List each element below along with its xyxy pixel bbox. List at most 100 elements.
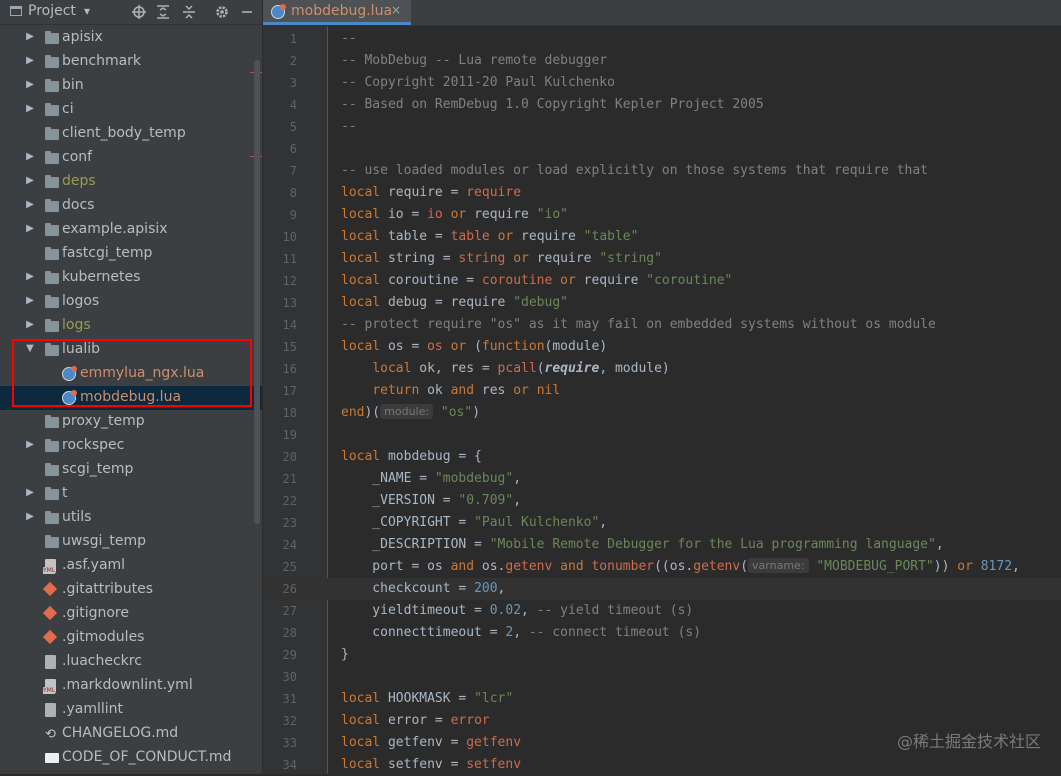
chevron-right-icon[interactable]: ▶ [25, 271, 35, 282]
code-line[interactable]: 17 return ok and res or nil [263, 380, 1061, 402]
code-token: or [513, 251, 529, 266]
code-line[interactable]: 19 [263, 424, 1061, 446]
chevron-right-icon[interactable]: ▶ [25, 223, 35, 234]
code-line[interactable]: 34 local setfenv = setfenv [263, 754, 1061, 776]
tree-folder-logos[interactable]: ▶ logos [0, 290, 262, 314]
tree-folder-scgi-temp[interactable]: scgi_temp [0, 458, 262, 482]
tree-folder-benchmark[interactable]: ▶ benchmark [0, 50, 262, 74]
chevron-right-icon[interactable]: ▶ [25, 175, 35, 186]
tree-folder-utils[interactable]: ▶ utils [0, 506, 262, 530]
code-line[interactable]: 11 local string = string or require "stri… [263, 248, 1061, 270]
code-editor[interactable]: 1 -- 2 -- MobDebug -- Lua remote debugger 3 -… [263, 26, 1061, 774]
tree-file--markdownlint-yml[interactable]: .markdownlint.yml [0, 674, 262, 698]
code-line[interactable]: 21 _NAME = "mobdebug", [263, 468, 1061, 490]
code-line[interactable]: 23 _COPYRIGHT = "Paul Kulchenko", [263, 512, 1061, 534]
tree-file--luacheckrc[interactable]: .luacheckrc [0, 650, 262, 674]
close-icon[interactable]: × [391, 3, 401, 17]
tree-folder-proxy-temp[interactable]: proxy_temp [0, 410, 262, 434]
code-line[interactable]: 26 checkcount = 200, [263, 578, 1061, 600]
code-token: -- Copyright 2011-20 Paul Kulchenko [341, 75, 615, 90]
collapse-all-icon[interactable] [180, 3, 198, 21]
chevron-right-icon[interactable]: ▶ [25, 319, 35, 330]
tab-mobdebug-lua[interactable]: mobdebug.lua × [263, 0, 411, 25]
tree-scrollbar[interactable] [254, 60, 260, 524]
lua-file-icon [271, 4, 286, 19]
code-line[interactable]: 16 local ok, res = pcall(require, module… [263, 358, 1061, 380]
code-token: tonumber [591, 559, 655, 574]
tree-folder-logs[interactable]: ▶ logs [0, 314, 262, 338]
tree-folder-fastcgi-temp[interactable]: fastcgi_temp [0, 242, 262, 266]
code-line[interactable]: 14 -- protect require "os" as it may fail… [263, 314, 1061, 336]
code-line[interactable]: 28 connecttimeout = 2, -- connect timeou… [263, 622, 1061, 644]
code-line[interactable]: 18 end)(module: "os") [263, 402, 1061, 424]
code-line[interactable]: 15 local os = os or (function(module) [263, 336, 1061, 358]
watermark: @稀土掘金技术社区 [896, 732, 1041, 751]
expand-all-icon[interactable] [154, 3, 172, 21]
tree-folder-ci[interactable]: ▶ ci [0, 98, 262, 122]
code-line[interactable]: 4 -- Based on RemDebug 1.0 Copyright Kepl… [263, 94, 1061, 116]
tree-folder-docs[interactable]: ▶ docs [0, 194, 262, 218]
code-line[interactable]: 22 _VERSION = "0.709", [263, 490, 1061, 512]
tree-file-changelog-md[interactable]: ⟲ CHANGELOG.md [0, 722, 262, 746]
folder-icon [45, 223, 59, 236]
chevron-right-icon[interactable]: ▶ [25, 439, 35, 450]
folder-icon [45, 79, 59, 92]
chevron-right-icon[interactable]: ▶ [25, 79, 35, 90]
code-line[interactable]: 5 -- [263, 116, 1061, 138]
tree-file-code-of-conduct-md[interactable]: CODE_OF_CONDUCT.md [0, 746, 262, 770]
gear-icon[interactable] [213, 3, 231, 21]
code-line[interactable]: 31 local HOOKMASK = "lcr" [263, 688, 1061, 710]
code-line[interactable]: 8 local require = require [263, 182, 1061, 204]
code-line[interactable]: 25 port = os and os.getenv and tonumber(… [263, 556, 1061, 578]
code-line[interactable]: 9 local io = io or require "io" [263, 204, 1061, 226]
tree-file--gitmodules[interactable]: .gitmodules [0, 626, 262, 650]
code-line[interactable]: 13 local debug = require "debug" [263, 292, 1061, 314]
code-token: error = [380, 713, 451, 728]
locate-icon[interactable] [130, 3, 148, 21]
chevron-down-icon[interactable]: ▾ [84, 4, 90, 18]
tree-folder-conf[interactable]: ▶ conf [0, 146, 262, 170]
code-line[interactable]: 1 -- [263, 28, 1061, 50]
tree-file--asf-yaml[interactable]: .asf.yaml [0, 554, 262, 578]
code-line[interactable]: 20 local mobdebug = { [263, 446, 1061, 468]
tree-folder-bin[interactable]: ▶ bin [0, 74, 262, 98]
project-view-title[interactable]: Project [28, 3, 76, 19]
chevron-right-icon[interactable]: ▶ [25, 31, 35, 42]
line-number: 34 [282, 758, 297, 772]
chevron-right-icon[interactable]: ▶ [25, 295, 35, 306]
code-token: coroutine [481, 273, 553, 288]
code-token: os. [474, 559, 506, 574]
code-line[interactable]: 2 -- MobDebug -- Lua remote debugger [263, 50, 1061, 72]
tree-folder-uwsgi-temp[interactable]: uwsgi_temp [0, 530, 262, 554]
tree-folder-deps[interactable]: ▶ deps [0, 170, 262, 194]
code-line[interactable]: 6 [263, 138, 1061, 160]
tree-folder-kubernetes[interactable]: ▶ kubernetes [0, 266, 262, 290]
chevron-right-icon[interactable]: ▶ [25, 151, 35, 162]
tree-file--gitattributes[interactable]: .gitattributes [0, 578, 262, 602]
tree-file--yamllint[interactable]: .yamllint [0, 698, 262, 722]
code-line[interactable]: 3 -- Copyright 2011-20 Paul Kulchenko [263, 72, 1061, 94]
code-line[interactable]: 29} [263, 644, 1061, 666]
line-number: 29 [282, 648, 297, 662]
code-line[interactable]: 24 _DESCRIPTION = "Mobile Remote Debugge… [263, 534, 1061, 556]
chevron-right-icon[interactable]: ▶ [25, 55, 35, 66]
code-line[interactable]: 12 local coroutine = coroutine or require… [263, 270, 1061, 292]
tree-folder-example-apisix[interactable]: ▶ example.apisix [0, 218, 262, 242]
code-line[interactable]: 27 yieldtimeout = 0.02, -- yield timeout… [263, 600, 1061, 622]
code-line[interactable]: 7 -- use loaded modules or load explicitl… [263, 160, 1061, 182]
tree-folder-t[interactable]: ▶ t [0, 482, 262, 506]
tree-file--gitignore[interactable]: .gitignore [0, 602, 262, 626]
code-line[interactable]: 10 local table = table or require "table" [263, 226, 1061, 248]
code-token: (module) [544, 339, 608, 354]
folder-icon [45, 55, 59, 68]
chevron-right-icon[interactable]: ▶ [25, 487, 35, 498]
minimize-icon[interactable] [238, 3, 256, 21]
chevron-right-icon[interactable]: ▶ [25, 199, 35, 210]
chevron-right-icon[interactable]: ▶ [25, 511, 35, 522]
tree-folder-apisix[interactable]: ▶ apisix [0, 26, 262, 50]
code-token: "os" [440, 405, 473, 420]
tree-folder-rockspec[interactable]: ▶ rockspec [0, 434, 262, 458]
code-line[interactable]: 30 [263, 666, 1061, 688]
tree-folder-client-body-temp[interactable]: client_body_temp [0, 122, 262, 146]
chevron-right-icon[interactable]: ▶ [25, 103, 35, 114]
